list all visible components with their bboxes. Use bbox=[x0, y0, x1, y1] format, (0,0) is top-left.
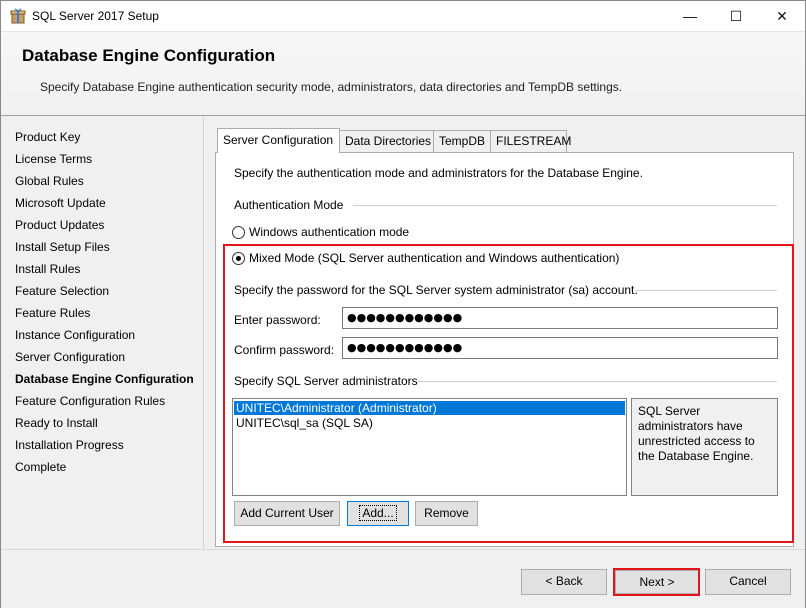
add-button[interactable]: Add... bbox=[347, 501, 409, 526]
enter-password-label: Enter password: bbox=[234, 313, 321, 327]
page-subtitle: Specify Database Engine authentication s… bbox=[40, 80, 623, 94]
admins-divider bbox=[417, 381, 777, 382]
maximize-button[interactable]: ☐ bbox=[713, 1, 759, 31]
admins-listbox[interactable]: UNITEC\Administrator (Administrator) UNI… bbox=[232, 398, 627, 496]
nav-item-ready-to-install[interactable]: Ready to Install bbox=[15, 416, 98, 430]
nav-item-installation-progress[interactable]: Installation Progress bbox=[15, 438, 124, 452]
enter-password-input[interactable]: ●●●●●●●●●●●● bbox=[342, 307, 778, 329]
nav-item-feature-configuration-rules[interactable]: Feature Configuration Rules bbox=[15, 394, 165, 408]
nav-item-feature-rules[interactable]: Feature Rules bbox=[15, 306, 90, 320]
sa-password-label: Specify the password for the SQL Server … bbox=[234, 283, 638, 297]
nav-item-database-engine-configuration[interactable]: Database Engine Configuration bbox=[15, 372, 194, 386]
confirm-password-input[interactable]: ●●●●●●●●●●●● bbox=[342, 337, 778, 359]
nav-item-install-rules[interactable]: Install Rules bbox=[15, 262, 80, 276]
add-button-label: Add... bbox=[359, 505, 397, 521]
admin-list-item[interactable]: UNITEC\sql_sa (SQL SA) bbox=[234, 416, 625, 430]
admin-list-item[interactable]: UNITEC\Administrator (Administrator) bbox=[234, 401, 625, 415]
nav-item-license-terms[interactable]: License Terms bbox=[15, 152, 92, 166]
radio-mixed-mode[interactable] bbox=[232, 252, 245, 265]
nav-item-feature-selection[interactable]: Feature Selection bbox=[15, 284, 109, 298]
nav-item-global-rules[interactable]: Global Rules bbox=[15, 174, 84, 188]
setup-window: SQL Server 2017 Setup — ☐ ✕ Database Eng… bbox=[0, 0, 806, 608]
auth-mode-label: Authentication Mode bbox=[234, 198, 344, 212]
minimize-button[interactable]: — bbox=[667, 1, 713, 31]
next-button[interactable]: Next > bbox=[615, 570, 699, 594]
radio-windows-auth[interactable] bbox=[232, 226, 245, 239]
nav-item-complete[interactable]: Complete bbox=[15, 460, 66, 474]
page-title: Database Engine Configuration bbox=[22, 46, 276, 65]
close-button[interactable]: ✕ bbox=[759, 1, 805, 31]
nav-item-product-key[interactable]: Product Key bbox=[15, 130, 80, 144]
tab-filestream[interactable]: FILESTREAM bbox=[490, 130, 571, 152]
sa-password-divider bbox=[635, 290, 777, 291]
confirm-password-label: Confirm password: bbox=[234, 343, 335, 357]
radio-windows-auth-label[interactable]: Windows authentication mode bbox=[249, 225, 409, 239]
setup-box-icon bbox=[10, 8, 26, 24]
nav-item-server-configuration[interactable]: Server Configuration bbox=[15, 350, 125, 364]
nav-item-product-updates[interactable]: Product Updates bbox=[15, 218, 104, 232]
nav-item-microsoft-update[interactable]: Microsoft Update bbox=[15, 196, 106, 210]
radio-mixed-mode-label[interactable]: Mixed Mode (SQL Server authentication an… bbox=[249, 251, 619, 265]
tab-data-directories[interactable]: Data Directories bbox=[339, 130, 434, 152]
admins-label: Specify SQL Server administrators bbox=[234, 374, 418, 388]
nav-item-instance-configuration[interactable]: Instance Configuration bbox=[15, 328, 135, 342]
cancel-button[interactable]: Cancel bbox=[705, 569, 791, 595]
remove-button[interactable]: Remove bbox=[415, 501, 478, 526]
page-header: Database Engine Configuration Specify Da… bbox=[1, 32, 805, 116]
window-title: SQL Server 2017 Setup bbox=[32, 9, 159, 23]
add-current-user-button[interactable]: Add Current User bbox=[234, 501, 340, 526]
admins-info-box: SQL Server administrators have unrestric… bbox=[631, 398, 778, 496]
tab-tempdb[interactable]: TempDB bbox=[433, 130, 491, 152]
title-bar[interactable]: SQL Server 2017 Setup — ☐ ✕ bbox=[1, 1, 805, 32]
auth-mode-divider bbox=[353, 205, 777, 206]
intro-text: Specify the authentication mode and admi… bbox=[234, 166, 643, 180]
tab-server-configuration[interactable]: Server Configuration bbox=[217, 128, 340, 153]
nav-item-install-setup-files[interactable]: Install Setup Files bbox=[15, 240, 110, 254]
back-button[interactable]: < Back bbox=[521, 569, 607, 595]
